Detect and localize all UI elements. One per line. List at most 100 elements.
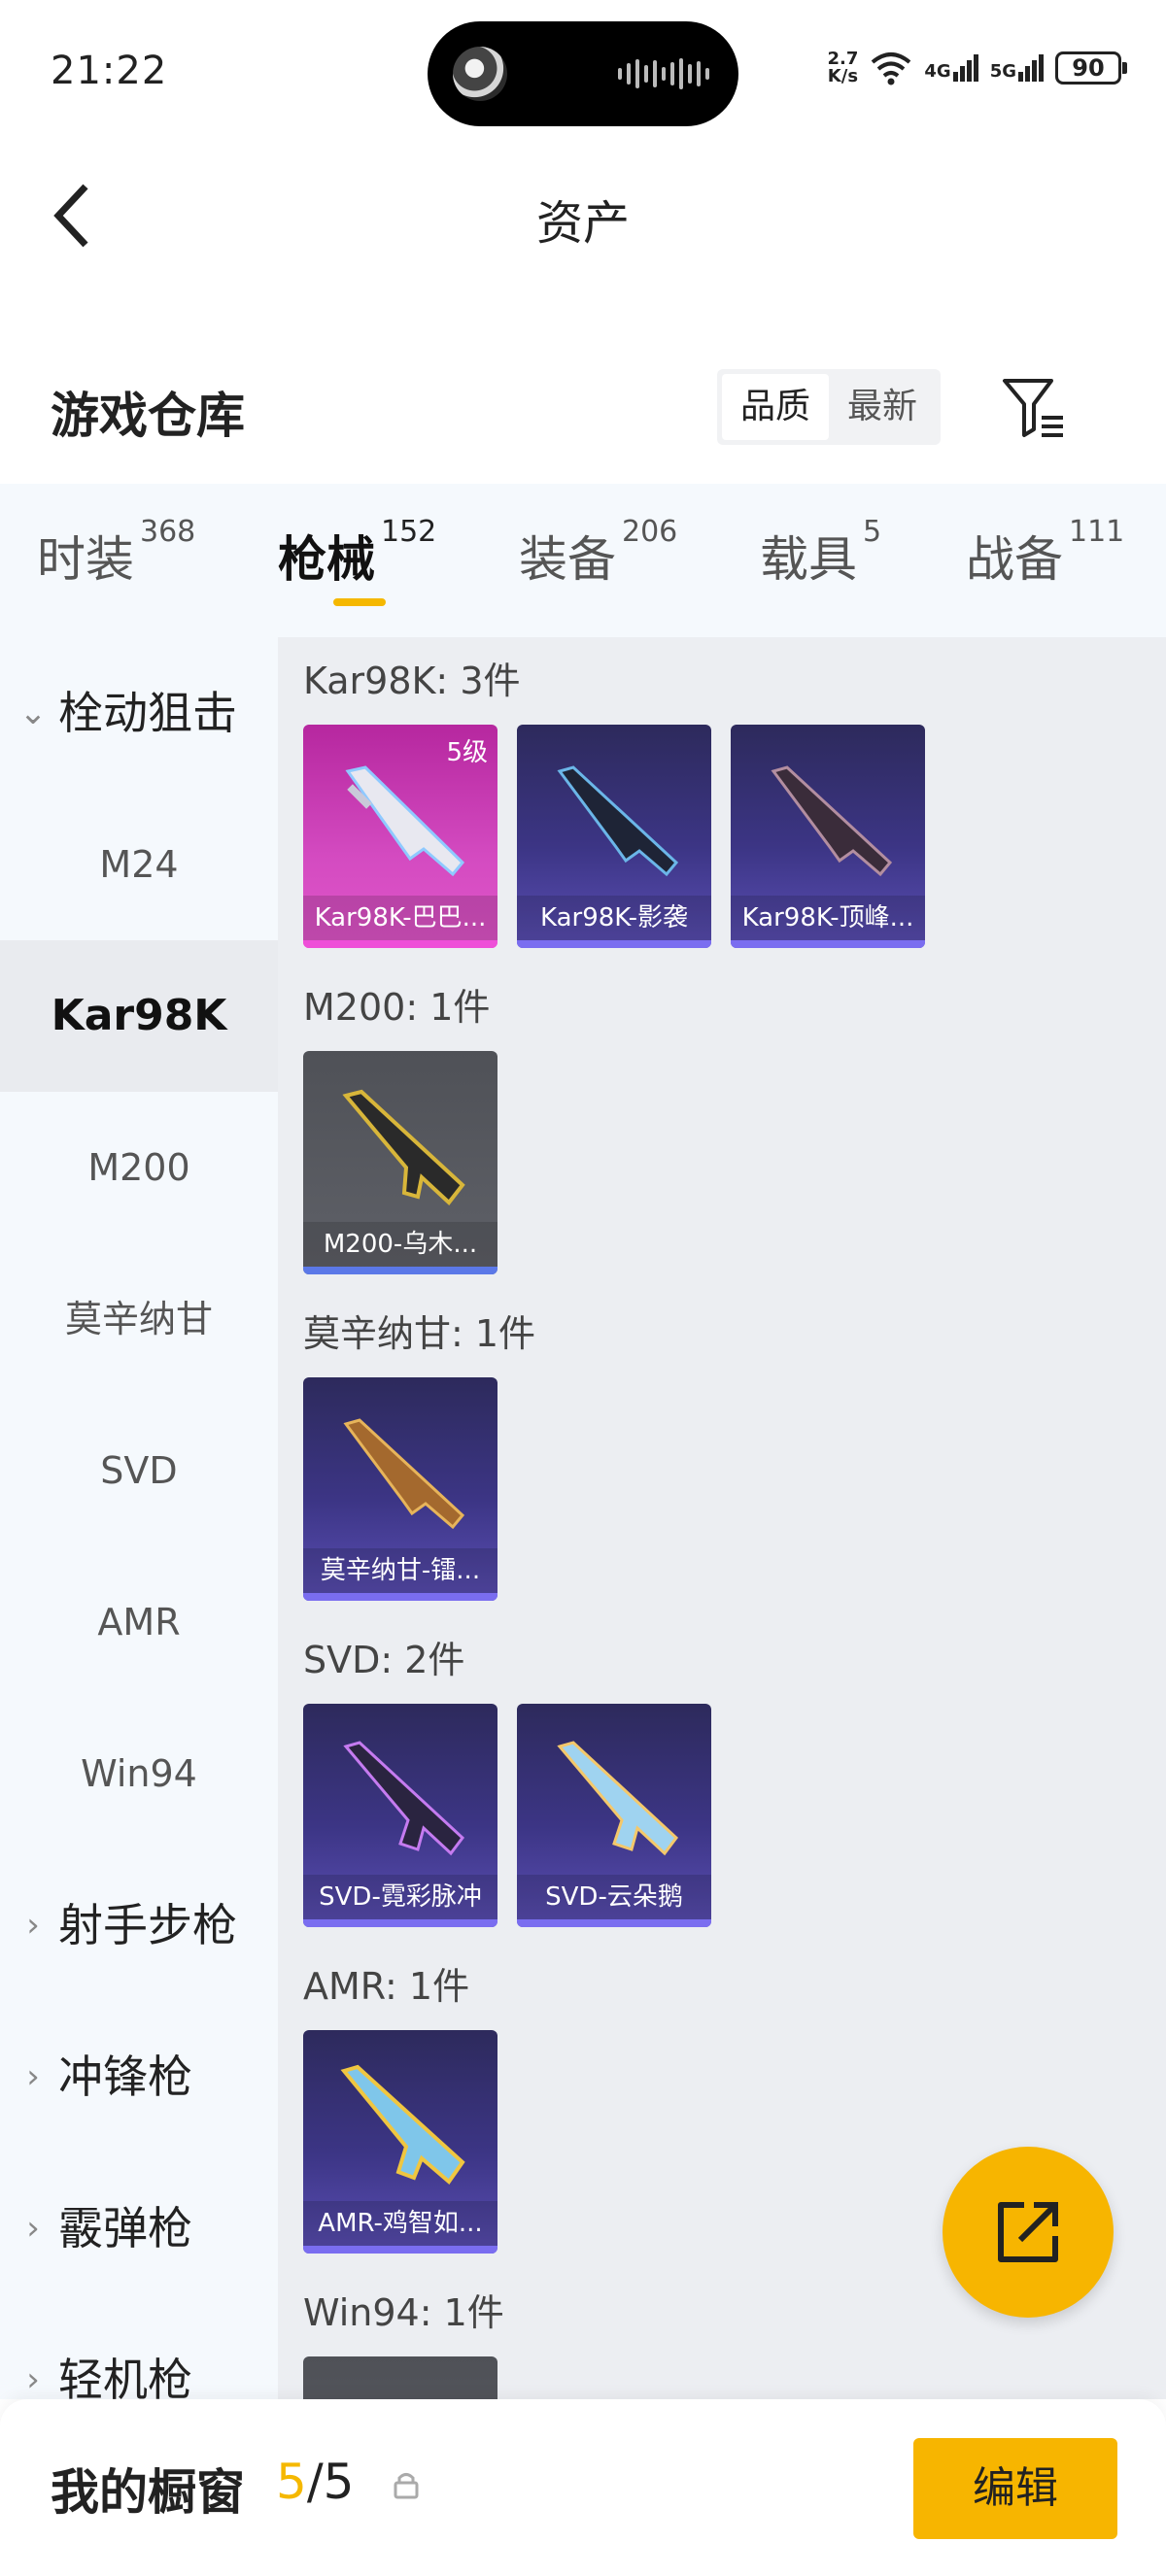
music-cover-icon [453, 47, 507, 101]
sidebar-group-dmr[interactable]: › 射手步枪 [17, 1849, 237, 2001]
skin-name: SVD-云朵鹅 [517, 1875, 711, 1919]
sidebar-group-bolt-action[interactable]: ⌄ 栓动狙击 [17, 637, 237, 789]
sidebar-group-shotgun[interactable]: › 霰弹枪 [17, 2152, 192, 2304]
rifle-icon [343, 1418, 465, 1530]
sidebar-group-label: 霰弹枪 [58, 2202, 192, 2254]
sidebar-group-smg[interactable]: › 冲锋枪 [17, 2001, 192, 2152]
signal-5g-icon: 5G [990, 54, 1044, 82]
chevron-down-icon: ⌄ [18, 694, 48, 732]
tab-outfit[interactable]: 时装 368 [37, 515, 195, 591]
signal-5g-label: 5G [989, 61, 1016, 82]
tab-label: 战备 [966, 531, 1063, 588]
showcase-count: 5/5 [276, 2454, 354, 2510]
edit-button[interactable]: 编辑 [913, 2438, 1117, 2539]
skin-name: 莫辛纳甘-镭... [303, 1548, 497, 1593]
skin-card[interactable]: SVD-霓彩脉冲 [303, 1704, 497, 1927]
skin-card[interactable]: Kar98K-影袭 [517, 725, 711, 948]
audio-wave-icon [618, 58, 709, 89]
page-title: 资产 [535, 196, 630, 251]
tab-label: 装备 [519, 531, 616, 588]
sort-quality-button[interactable]: 品质 [722, 374, 829, 440]
sort-latest-button[interactable]: 最新 [829, 374, 936, 440]
tab-supplies[interactable]: 战备 111 [966, 515, 1124, 591]
rarity-bar [731, 940, 925, 948]
rarity-bar [517, 1919, 711, 1927]
showcase-label: 我的橱窗 [51, 2464, 245, 2521]
status-bar: 21:22 2.7 K/s 4G 5G 90 [0, 0, 1166, 146]
skin-name: AMR-鸡智如... [303, 2201, 497, 2246]
group-label-svd: SVD: 2件 [303, 1639, 465, 1681]
group-label-amr: AMR: 1件 [303, 1965, 470, 2008]
tab-equipment[interactable]: 装备 206 [519, 515, 677, 591]
status-indicators: 2.7 K/s 4G 5G 90 [827, 51, 1127, 85]
group-label-mosin: 莫辛纳甘: 1件 [303, 1312, 536, 1355]
group-label-win94: Win94: 1件 [303, 2291, 504, 2334]
sort-toggle: 品质 最新 [717, 369, 941, 445]
tab-count: 111 [1069, 515, 1125, 549]
rarity-bar [303, 2246, 497, 2254]
rarity-bar [303, 1593, 497, 1601]
filter-icon[interactable] [1001, 375, 1069, 443]
signal-4g-icon: 4G [924, 54, 978, 82]
tab-label: 载具 [760, 531, 857, 588]
skin-name: M200-乌木... [303, 1222, 497, 1267]
skin-card[interactable]: SVD-云朵鹅 [517, 1704, 711, 1927]
sidebar-item-kar98k[interactable]: Kar98K [0, 940, 278, 1092]
skin-card[interactable]: 莫辛纳甘-镭... [303, 1377, 497, 1601]
tab-active-indicator [333, 598, 386, 606]
group-label-kar98k: Kar98K: 3件 [303, 660, 521, 702]
rifle-icon [557, 765, 679, 877]
sidebar-group-label: 冲锋枪 [58, 2051, 192, 2103]
skin-card[interactable]: 5级 Kar98K-巴巴... [303, 725, 497, 948]
sidebar-group-label: 轻机枪 [58, 2354, 192, 2399]
tab-count: 368 [140, 515, 196, 549]
skin-card[interactable]: M200-乌木... [303, 1051, 497, 1274]
rarity-bar [517, 940, 711, 948]
section-title: 游戏仓库 [51, 388, 245, 444]
tab-vehicles[interactable]: 载具 5 [760, 515, 881, 591]
tab-count: 5 [863, 515, 882, 549]
rifle-icon [343, 1741, 465, 1856]
sidebar-item-m200[interactable]: M200 [0, 1092, 278, 1243]
skin-name: Kar98K-顶峰... [731, 896, 925, 940]
chevron-right-icon: › [26, 2360, 40, 2399]
skin-name: Kar98K-影袭 [517, 896, 711, 940]
share-button[interactable] [943, 2147, 1114, 2318]
skin-level-badge: 5级 [446, 738, 488, 767]
skin-name: Kar98K-巴巴... [303, 896, 497, 940]
skin-card[interactable]: Kar98K-顶峰... [731, 725, 925, 948]
rifle-icon [342, 1089, 465, 1205]
tab-label: 枪械 [278, 531, 375, 588]
share-icon [998, 2202, 1058, 2262]
weapon-type-sidebar: ⌄ 栓动狙击 M24 Kar98K M200 莫辛纳甘 SVD AMR Win9… [0, 637, 278, 2399]
weapon-skin-list: Kar98K: 3件 5级 Kar98K-巴巴... Kar98K-影袭 Kar… [278, 637, 1166, 2399]
chevron-right-icon: › [26, 1906, 40, 1945]
tab-count: 152 [381, 515, 437, 549]
rifle-icon [340, 2064, 465, 2185]
rifle-icon [557, 1741, 679, 1856]
signal-4g-label: 4G [924, 61, 951, 82]
showcase-count-current: 5 [276, 2454, 307, 2510]
skin-name: SVD-霓彩脉冲 [303, 1875, 497, 1919]
tab-weapons[interactable]: 枪械 152 [278, 515, 436, 591]
sidebar-group-label: 栓动狙击 [58, 687, 237, 739]
sidebar-group-lmg[interactable]: › 轻机枪 [17, 2304, 192, 2399]
skin-card[interactable]: AMR-鸡智如... [303, 2030, 497, 2254]
skin-card[interactable] [303, 2356, 497, 2399]
net-speed-unit: K/s [827, 66, 859, 86]
tab-label: 时装 [37, 531, 134, 588]
net-speed: 2.7 K/s [827, 51, 858, 85]
sidebar-group-label: 射手步枪 [58, 1899, 237, 1951]
rifle-icon [771, 765, 893, 877]
showcase-count-total: /5 [306, 2454, 355, 2510]
group-label-m200: M200: 1件 [303, 986, 491, 1029]
sidebar-item-amr[interactable]: AMR [0, 1546, 278, 1698]
status-time: 21:22 [51, 49, 168, 93]
sidebar-item-win94[interactable]: Win94 [0, 1698, 278, 1849]
sidebar-item-svd[interactable]: SVD [0, 1395, 278, 1546]
rarity-bar [303, 1267, 497, 1274]
sidebar-item-mosin[interactable]: 莫辛纳甘 [0, 1243, 278, 1395]
chevron-right-icon: › [26, 2209, 40, 2248]
dynamic-island[interactable] [428, 21, 738, 126]
sidebar-item-m24[interactable]: M24 [0, 789, 278, 940]
